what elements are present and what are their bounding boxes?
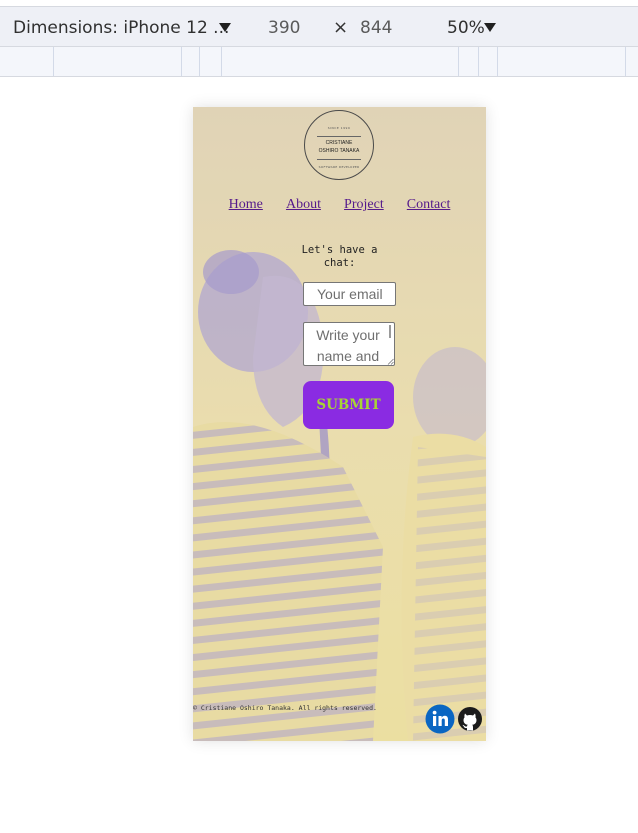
media-query-ruler xyxy=(0,47,638,77)
contact-heading-line1: Let's have a xyxy=(301,244,378,256)
main-nav: Home About Project Contact xyxy=(193,193,486,213)
ruler-tick xyxy=(199,47,200,76)
textarea-scrollbar[interactable] xyxy=(389,325,391,338)
ruler-tick xyxy=(497,47,498,76)
resize-handle-icon[interactable] xyxy=(387,358,394,365)
nav-link-contact[interactable]: Contact xyxy=(407,197,451,212)
contact-heading-line2: chat: xyxy=(323,257,356,269)
nav-link-project[interactable]: Project xyxy=(344,197,384,212)
ruler-tick xyxy=(458,47,459,76)
logo-bottom-text: SOFTWARE DEVELOPER xyxy=(318,165,360,169)
logo-top-text: SINCE 1999 xyxy=(327,126,351,130)
viewport-width-input[interactable]: 390 xyxy=(268,7,300,47)
ruler-tick xyxy=(221,47,222,76)
nav-link-about[interactable]: About xyxy=(286,197,321,212)
linkedin-icon[interactable] xyxy=(425,704,455,734)
logo-name-line1: CRISTIANE xyxy=(325,140,353,146)
ruler-tick xyxy=(181,47,182,76)
dropdown-triangle-icon[interactable] xyxy=(484,23,496,32)
logo-divider xyxy=(317,136,361,137)
device-dimensions-select[interactable]: Dimensions: iPhone 12 ... xyxy=(13,7,229,47)
github-icon[interactable] xyxy=(455,704,485,734)
viewport-height-input[interactable]: 844 xyxy=(360,7,392,47)
contact-heading: Let's have a chat: xyxy=(193,244,486,270)
ruler-tick xyxy=(53,47,54,76)
dimension-times-sign: × xyxy=(333,17,349,38)
message-textarea[interactable] xyxy=(303,322,395,366)
devtools-toolbar: Dimensions: iPhone 12 ... 390 × 844 50% xyxy=(0,6,638,47)
dropdown-triangle-icon[interactable] xyxy=(219,23,231,32)
site-logo[interactable]: SINCE 1999 CRISTIANE OSHIRO TANAKA SOFTW… xyxy=(304,110,374,180)
ruler-tick xyxy=(625,47,626,76)
logo-name-line2: OSHIRO TANAKA xyxy=(318,148,360,154)
footer-copyright: © Cristiane Oshiro Tanaka. All rights re… xyxy=(193,704,377,712)
nav-link-home[interactable]: Home xyxy=(229,197,263,212)
email-input[interactable] xyxy=(303,282,396,306)
zoom-select[interactable]: 50% xyxy=(447,7,485,47)
submit-button[interactable]: SUBMIT xyxy=(303,381,394,429)
ruler-tick xyxy=(478,47,479,76)
device-viewport: SINCE 1999 CRISTIANE OSHIRO TANAKA SOFTW… xyxy=(193,107,486,741)
logo-divider xyxy=(317,159,361,160)
